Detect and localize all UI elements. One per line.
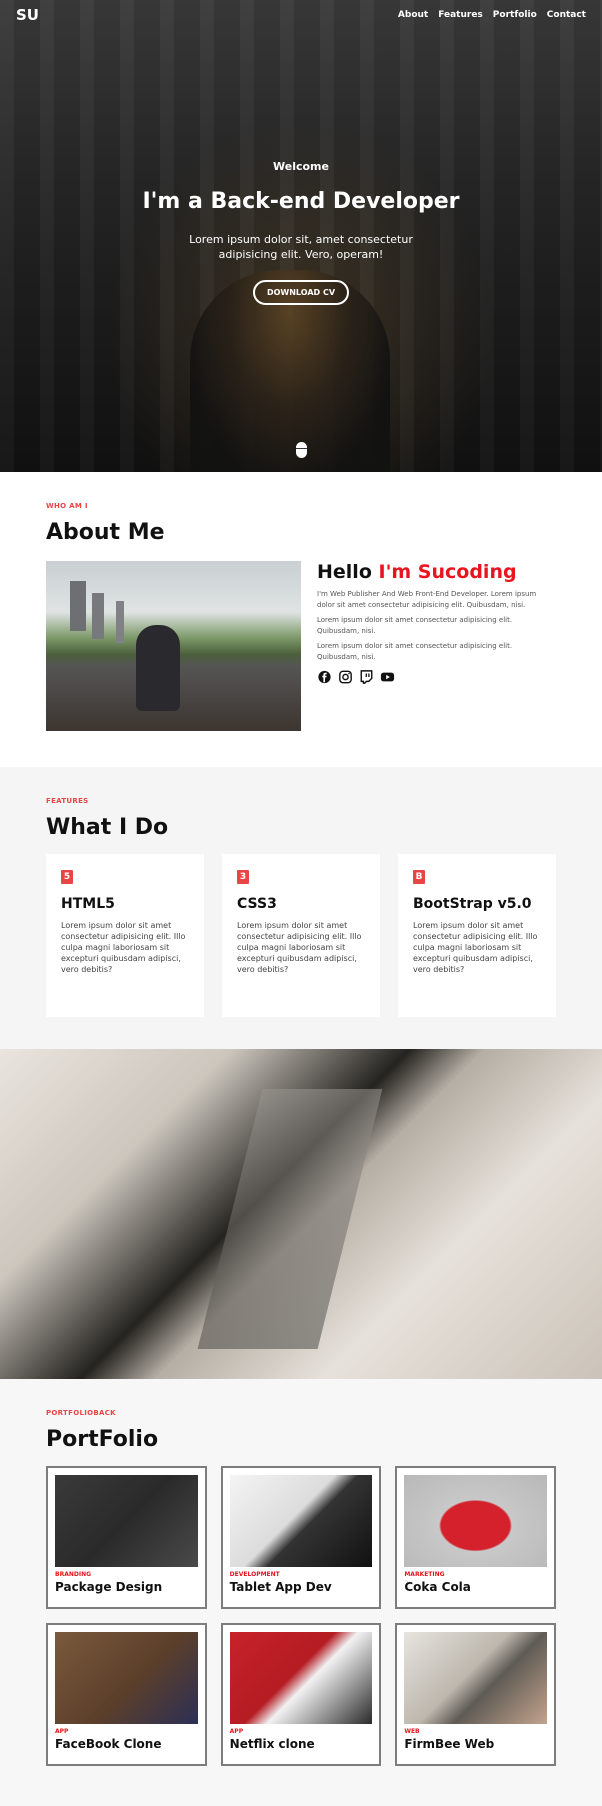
social-links bbox=[317, 669, 556, 684]
hero-description: Lorem ipsum dolor sit, amet consectetur … bbox=[189, 233, 413, 261]
about-row: Hello I'm Sucoding I'm Web Publisher And… bbox=[46, 561, 556, 731]
portfolio-category: BRANDING bbox=[55, 1571, 92, 1578]
features-section: FEATURES What I Do 5 HTML5 Lorem ipsum d… bbox=[0, 767, 602, 1049]
hero-section: SU About Features Portfolio Contact Welc… bbox=[0, 0, 602, 472]
feature-card-body: Lorem ipsum dolor sit amet consectetur a… bbox=[61, 921, 186, 974]
portfolio-item-netflix-clone[interactable]: APP Netflix clone bbox=[220, 1623, 382, 1766]
portfolio-thumbnail bbox=[55, 1632, 198, 1724]
portfolio-category: MARKETING bbox=[404, 1571, 445, 1578]
about-paragraph-3: Lorem ipsum dolor sit amet consectetur a… bbox=[317, 642, 513, 661]
about-paragraph-1: I'm Web Publisher And Web Front-End Deve… bbox=[317, 590, 537, 609]
portfolio-title-text: Coka Cola bbox=[404, 1580, 471, 1594]
portfolio-item-coka-cola[interactable]: MARKETING Coka Cola bbox=[395, 1466, 556, 1609]
feature-card-html5: 5 HTML5 Lorem ipsum dolor sit amet conse… bbox=[46, 854, 204, 1017]
scroll-mouse-icon[interactable] bbox=[296, 442, 307, 458]
portfolio-title: PortFolio bbox=[46, 1427, 159, 1452]
nav-links: About Features Portfolio Contact bbox=[398, 10, 586, 20]
feature-card-title: BootStrap v5.0 bbox=[413, 896, 532, 912]
portfolio-thumbnail bbox=[404, 1632, 547, 1724]
portfolio-title-text: Tablet App Dev bbox=[229, 1580, 332, 1594]
feature-card-bootstrap: B BootStrap v5.0 Lorem ipsum dolor sit a… bbox=[398, 854, 556, 1017]
youtube-icon[interactable] bbox=[380, 669, 395, 683]
portfolio-title-text: Package Design bbox=[55, 1580, 163, 1594]
portfolio-section: PORTFOLIOBACK PortFolio BRANDING Package… bbox=[0, 1379, 602, 1806]
brand-logo[interactable]: SU bbox=[16, 6, 39, 24]
about-hello: Hello I'm Sucoding bbox=[317, 561, 556, 583]
portfolio-item-package-design[interactable]: BRANDING Package Design bbox=[46, 1466, 207, 1609]
portfolio-kicker: PORTFOLIOBACK bbox=[46, 1409, 116, 1417]
bootstrap-icon: B bbox=[413, 870, 425, 884]
portfolio-grid: BRANDING Package Design DEVELOPMENT Tabl… bbox=[46, 1466, 556, 1766]
portfolio-category: DEVELOPMENT bbox=[229, 1571, 280, 1578]
hello-word: Hello bbox=[317, 561, 372, 583]
download-cv-button[interactable]: DOWNLOAD CV bbox=[252, 280, 350, 305]
portfolio-thumbnail bbox=[404, 1475, 547, 1567]
about-name: I'm Sucoding bbox=[378, 561, 517, 583]
hero-welcome: Welcome bbox=[273, 160, 329, 173]
portfolio-thumbnail bbox=[229, 1632, 373, 1724]
top-nav: SU About Features Portfolio Contact bbox=[0, 0, 602, 30]
about-paragraph-2: Lorem ipsum dolor sit amet consectetur a… bbox=[317, 616, 513, 635]
parallax-image bbox=[0, 1049, 602, 1379]
css3-icon: 3 bbox=[237, 870, 249, 884]
portfolio-category: APP bbox=[229, 1728, 244, 1735]
feature-card-title: HTML5 bbox=[61, 896, 115, 912]
about-section: WHO AM I About Me Hello I'm Sucoding I'm… bbox=[0, 472, 602, 767]
portfolio-item-firmbee-web[interactable]: WEB FirmBee Web bbox=[395, 1623, 556, 1766]
feature-card-css3: 3 CSS3 Lorem ipsum dolor sit amet consec… bbox=[222, 854, 380, 1017]
html5-icon: 5 bbox=[61, 870, 73, 884]
hero-title: I'm a Back-end Developer bbox=[142, 189, 460, 214]
about-title: About Me bbox=[46, 520, 165, 545]
facebook-icon[interactable] bbox=[317, 669, 332, 684]
portfolio-title-text: FirmBee Web bbox=[404, 1737, 495, 1751]
nav-link-about[interactable]: About bbox=[398, 10, 428, 20]
portfolio-thumbnail bbox=[229, 1475, 373, 1567]
nav-link-portfolio[interactable]: Portfolio bbox=[493, 10, 537, 20]
portfolio-item-tablet-app-dev[interactable]: DEVELOPMENT Tablet App Dev bbox=[220, 1466, 382, 1609]
about-image bbox=[46, 561, 301, 731]
about-text: Hello I'm Sucoding I'm Web Publisher And… bbox=[317, 561, 556, 731]
feature-cards: 5 HTML5 Lorem ipsum dolor sit amet conse… bbox=[46, 854, 556, 1017]
instagram-icon[interactable] bbox=[338, 669, 353, 684]
feature-card-title: CSS3 bbox=[237, 896, 277, 912]
features-title: What I Do bbox=[46, 815, 169, 840]
portfolio-category: WEB bbox=[404, 1728, 420, 1735]
hero-content: Welcome I'm a Back-end Developer Lorem i… bbox=[0, 160, 602, 305]
portfolio-thumbnail bbox=[55, 1475, 198, 1567]
nav-link-features[interactable]: Features bbox=[438, 10, 483, 20]
portfolio-title-text: FaceBook Clone bbox=[55, 1737, 162, 1751]
feature-card-body: Lorem ipsum dolor sit amet consectetur a… bbox=[413, 921, 538, 974]
portfolio-title-text: Netflix clone bbox=[229, 1737, 315, 1751]
feature-card-body: Lorem ipsum dolor sit amet consectetur a… bbox=[237, 921, 362, 974]
features-kicker: FEATURES bbox=[46, 797, 89, 805]
twitch-icon[interactable] bbox=[359, 669, 374, 684]
about-kicker: WHO AM I bbox=[46, 502, 88, 510]
nav-link-contact[interactable]: Contact bbox=[547, 10, 586, 20]
portfolio-item-facebook-clone[interactable]: APP FaceBook Clone bbox=[46, 1623, 207, 1766]
portfolio-category: APP bbox=[55, 1728, 69, 1735]
